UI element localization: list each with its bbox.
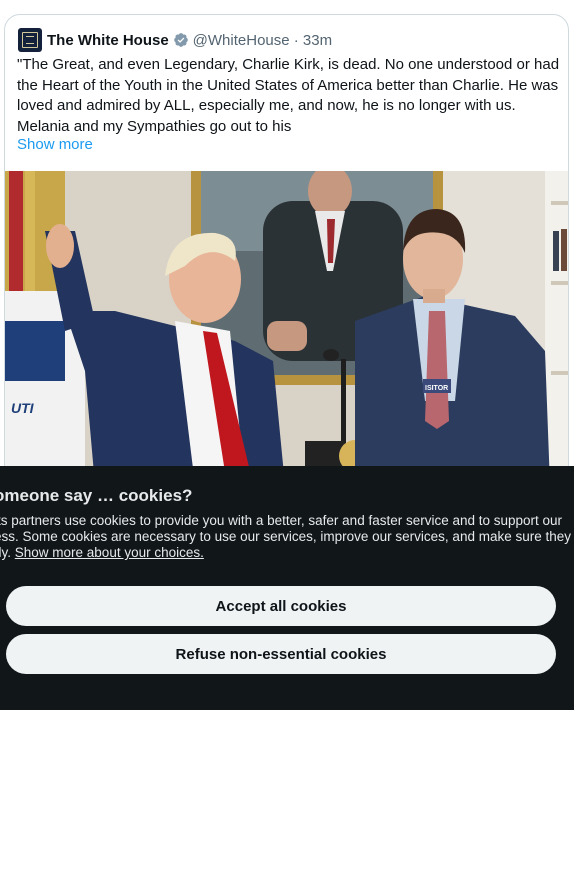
flag-text: UTI xyxy=(11,400,35,416)
visitor-badge-text: ISITOR xyxy=(425,385,448,392)
verified-badge-icon xyxy=(173,33,188,47)
cookie-text-line: its partners use cookies to provide you … xyxy=(0,513,563,528)
cookie-choices-link[interactable]: Show more about your choices. xyxy=(15,545,204,560)
cookie-text-line-end: rly. xyxy=(0,545,11,560)
cookie-text-line: rly. Show more about your choices. xyxy=(0,545,574,561)
oval-office-photo: UTI ISITOR xyxy=(5,171,568,483)
refuse-cookies-button[interactable]: Refuse non-essential cookies xyxy=(6,634,556,674)
tweet-text: "The Great, and even Legendary, Charlie … xyxy=(17,56,560,135)
cookie-text-line: ess. Some cookies are necessary to use o… xyxy=(0,529,574,544)
cookie-description: its partners use cookies to provide you … xyxy=(0,513,574,561)
cookie-title: omeone say … cookies? xyxy=(0,486,193,505)
avatar[interactable] xyxy=(18,28,42,52)
display-name[interactable]: The White House xyxy=(47,32,169,49)
cookie-banner: omeone say … cookies? its partners use c… xyxy=(0,466,574,710)
white-house-logo-icon xyxy=(22,32,38,48)
handle-and-time[interactable]: @WhiteHouse · 33m xyxy=(193,32,332,49)
show-more-link[interactable]: Show more xyxy=(17,136,93,153)
tweet-photo[interactable]: UTI ISITOR xyxy=(5,171,568,483)
tweet-header: The White House @WhiteHouse · 33m xyxy=(18,27,332,53)
tweet-card[interactable]: The White House @WhiteHouse · 33m "The G… xyxy=(4,14,569,484)
accept-all-cookies-button[interactable]: Accept all cookies xyxy=(6,586,556,626)
